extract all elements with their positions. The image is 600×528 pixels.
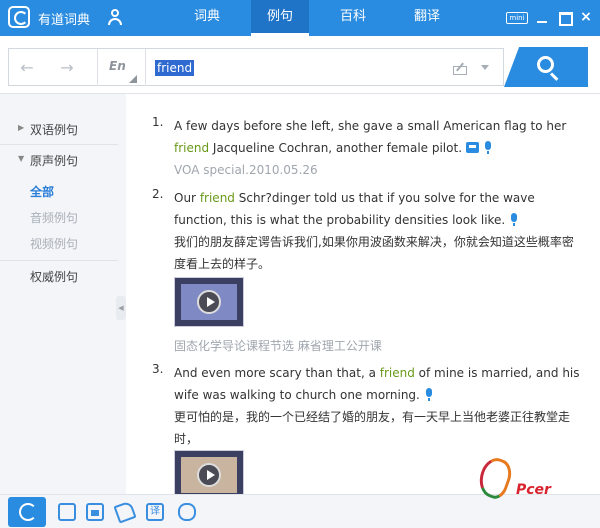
language-switch[interactable]: En bbox=[109, 59, 137, 83]
divider bbox=[97, 49, 98, 86]
play-icon[interactable] bbox=[197, 463, 221, 487]
mini-mode-button[interactable]: mini bbox=[506, 12, 528, 24]
item-number: 2. bbox=[152, 187, 164, 201]
chinese-translation: 我们的朋友薛定谔告诉我们,如果你用波函数来解决，你就会知道这些概率密度看上去的样… bbox=[174, 235, 574, 271]
pen-icon[interactable] bbox=[113, 500, 137, 524]
watermark-logo: Pcer bbox=[472, 454, 596, 522]
chevron-down-icon: ▼ bbox=[18, 154, 25, 163]
wordbook-icon[interactable] bbox=[466, 142, 480, 153]
chinese-translation: 更可怕的是，我的一个已经结了婚的朋友，有一天早上当他老婆正往教堂走时， bbox=[174, 410, 571, 446]
english-sentence: A few days before she left, she gave a s… bbox=[174, 119, 567, 155]
chat-icon[interactable] bbox=[178, 503, 196, 521]
divider bbox=[0, 260, 118, 261]
maximize-button[interactable] bbox=[556, 9, 573, 26]
text-icon[interactable] bbox=[58, 503, 76, 521]
source-text: VOA special.2010.05.26 bbox=[174, 163, 318, 177]
divider bbox=[0, 144, 118, 145]
item-number: 3. bbox=[152, 362, 164, 376]
close-button[interactable]: × bbox=[578, 9, 594, 25]
tab-examples[interactable]: 例句 bbox=[251, 0, 309, 36]
translate-icon[interactable]: 译 bbox=[146, 503, 164, 521]
keyword-highlight[interactable]: friend bbox=[174, 141, 209, 155]
keyword-highlight[interactable]: friend bbox=[380, 366, 415, 380]
user-icon[interactable] bbox=[108, 9, 122, 25]
tab-translate[interactable]: 翻译 bbox=[398, 0, 456, 36]
english-sentence: Our friend Schr?dinger told us that if y… bbox=[174, 191, 535, 227]
chevron-right-icon: ▶ bbox=[18, 123, 25, 132]
english-sentence: And even more scary than that, a friend … bbox=[174, 366, 580, 402]
collapse-sidebar-button[interactable]: ◀ bbox=[116, 296, 126, 320]
play-icon[interactable] bbox=[197, 290, 221, 314]
sidebar-subitem-video[interactable]: 视频例句 bbox=[30, 235, 78, 252]
sidebar: ▶ 双语例句 ▼ 原声例句 全部 音频例句 视频例句 权威例句 bbox=[0, 94, 118, 494]
sidebar-item-label: 双语例句 bbox=[30, 123, 79, 137]
forward-arrow-icon[interactable]: → bbox=[59, 60, 75, 76]
search-icon bbox=[537, 56, 554, 73]
divider bbox=[145, 49, 146, 86]
back-arrow-icon[interactable]: ← bbox=[19, 60, 35, 76]
tab-dictionary[interactable]: 词典 bbox=[178, 0, 236, 36]
sidebar-item-label: 权威例句 bbox=[30, 270, 79, 284]
search-button[interactable] bbox=[504, 47, 588, 87]
audio-icon[interactable] bbox=[509, 213, 519, 226]
app-title: 有道词典 bbox=[38, 13, 91, 28]
keyword-highlight[interactable]: friend bbox=[200, 191, 235, 205]
video-thumbnail[interactable] bbox=[174, 277, 244, 327]
youdao-home-icon[interactable] bbox=[8, 497, 46, 527]
search-input[interactable]: friend bbox=[155, 60, 195, 76]
source-text: 固态化学导论课程节选 麻省理工公开课 bbox=[174, 339, 382, 353]
minimize-button[interactable] bbox=[534, 9, 550, 25]
item-number: 1. bbox=[152, 115, 164, 129]
audio-icon[interactable] bbox=[424, 388, 434, 401]
title-bar: 有道词典 词典 例句 百科 翻译 mini × bbox=[0, 0, 600, 36]
chevron-down-icon[interactable] bbox=[481, 65, 489, 70]
handwriting-icon[interactable] bbox=[453, 61, 469, 75]
video-thumbnail[interactable] bbox=[174, 450, 244, 494]
audio-icon[interactable] bbox=[483, 141, 493, 154]
search-row: ← → En friend bbox=[0, 36, 600, 94]
examples-list: 1. A few days before she left, she gave … bbox=[126, 94, 600, 494]
search-box: ← → En friend bbox=[8, 48, 504, 86]
sidebar-subitem-all[interactable]: 全部 bbox=[30, 183, 54, 200]
sidebar-item-label: 原声例句 bbox=[30, 154, 79, 168]
youdao-logo-icon bbox=[8, 6, 30, 28]
sidebar-subitem-audio[interactable]: 音频例句 bbox=[30, 209, 78, 226]
image-icon[interactable] bbox=[86, 503, 104, 521]
tab-encyclopedia[interactable]: 百科 bbox=[324, 0, 382, 36]
